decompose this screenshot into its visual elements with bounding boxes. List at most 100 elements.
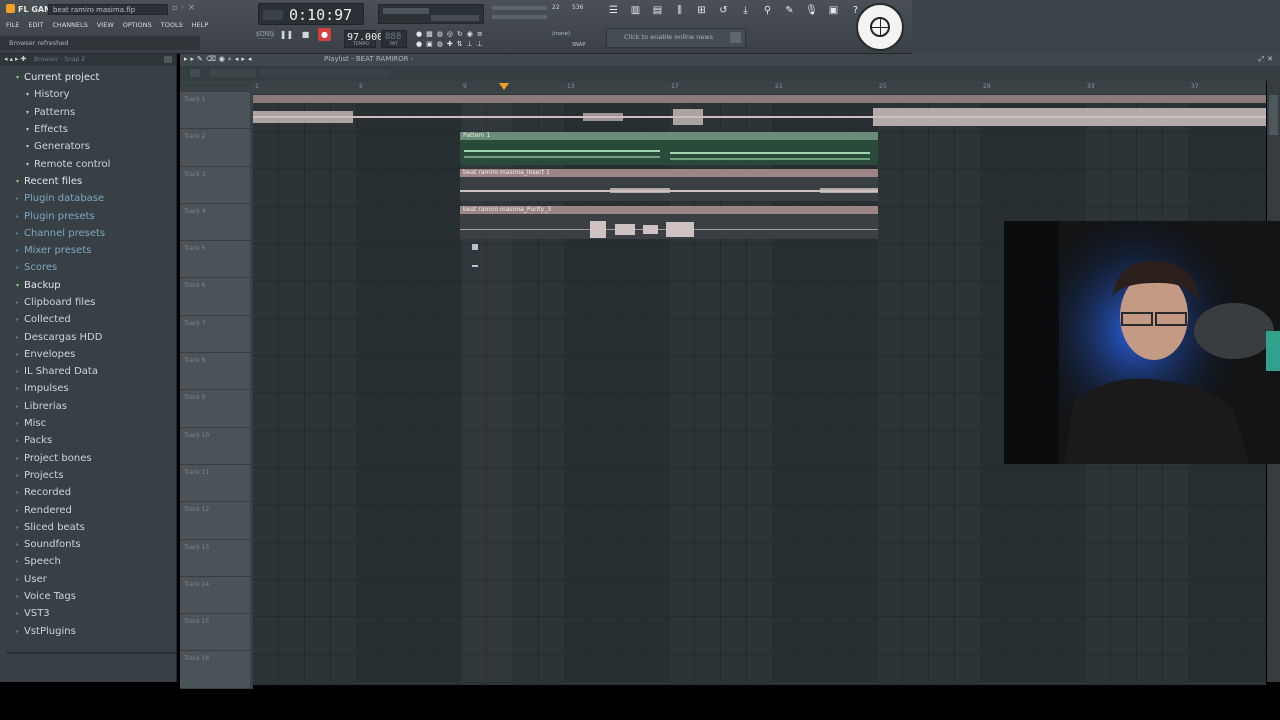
news-button[interactable] [730, 32, 741, 43]
pattern-display[interactable]: 888 PAT [381, 30, 407, 48]
browser-item-misc[interactable]: ▸ Misc [0, 415, 176, 432]
track-header[interactable]: Track 10 [180, 427, 253, 465]
browser-item-mixer-presets[interactable]: ▸ Mixer presets [0, 242, 176, 259]
folder-toggle-icon[interactable]: ▸ [16, 507, 24, 514]
track-header[interactable]: Track 1 [180, 92, 253, 130]
track-header[interactable]: Track 5 [180, 241, 253, 279]
folder-toggle-icon[interactable]: ▸ [16, 213, 24, 220]
folder-toggle-icon[interactable]: ▸ [16, 524, 24, 531]
playlist-window-controls[interactable]: ⤢✕ [1259, 55, 1276, 64]
browser-item-backup[interactable]: ▾ Backup [0, 277, 176, 294]
piano-roll-icon[interactable]: ▥ [630, 4, 641, 16]
pattern-song-toggle[interactable]: SONG [256, 30, 274, 39]
track-header[interactable]: Track 4 [180, 203, 253, 242]
browser-item-patterns[interactable]: ▾ Patterns [0, 104, 176, 121]
browser-item-sliced-beats[interactable]: ▸ Sliced beats [0, 519, 176, 536]
folder-toggle-icon[interactable]: ▸ [16, 576, 24, 583]
pattern-tools[interactable]: ●▦◍◎↻◉≡ ●▣◍✚⇅⊥⊥ [412, 28, 552, 50]
audio-clip-purity3[interactable]: beat ramiro masima_Purity_3 [460, 206, 878, 239]
tree-icon[interactable]: ⚲ [762, 4, 773, 16]
plugin-picker-icon[interactable]: ⊞ [696, 4, 707, 16]
folder-toggle-icon[interactable]: ▸ [16, 610, 24, 617]
browser-item-packs[interactable]: ▸ Packs [0, 432, 176, 449]
playlist-tool-icons[interactable]: ▸▸✎⌫◉⌕◂▸◂ [184, 55, 254, 64]
folder-toggle-icon[interactable]: ▾ [26, 91, 34, 98]
folder-toggle-icon[interactable]: ▸ [16, 489, 24, 496]
playlist-icon[interactable]: ☰ [608, 4, 619, 16]
menu-edit[interactable]: EDIT [28, 21, 43, 29]
browser-item-project-bones[interactable]: ▸ Project bones [0, 450, 176, 467]
browser-item-soundfonts[interactable]: ▸ Soundfonts [0, 536, 176, 553]
track-header[interactable]: Track 8 [180, 353, 253, 391]
track1-waveform[interactable] [253, 107, 1266, 127]
browser-item-recent-files[interactable]: ▾ Recent files [0, 173, 176, 190]
browser-item-impulses[interactable]: ▸ Impulses [0, 380, 176, 397]
track-header[interactable]: Track 15 [180, 614, 253, 652]
playlist-overview[interactable] [260, 69, 390, 77]
browser-nav-icons[interactable]: ◂▴▸✚ [4, 55, 28, 63]
project-icon[interactable]: ▣ [828, 4, 839, 16]
folder-toggle-icon[interactable]: ▸ [16, 472, 24, 479]
track-header[interactable]: Track 12 [180, 502, 253, 540]
browser-item-recorded[interactable]: ▸ Recorded [0, 484, 176, 501]
menu-channels[interactable]: CHANNELS [52, 21, 87, 29]
folder-toggle-icon[interactable]: ▾ [16, 282, 24, 289]
track-header[interactable]: Track 16 [180, 651, 253, 689]
record-icon[interactable]: ● [318, 28, 331, 41]
folder-toggle-icon[interactable]: ▸ [16, 558, 24, 565]
menu-options[interactable]: OPTIONS [123, 21, 152, 29]
folder-toggle-icon[interactable]: ▸ [16, 247, 24, 254]
browser-item-projects[interactable]: ▸ Projects [0, 467, 176, 484]
browser-item-clipboard-files[interactable]: ▸ Clipboard files [0, 294, 176, 311]
track-header[interactable]: Track 7 [180, 315, 253, 354]
folder-toggle-icon[interactable]: ▾ [16, 178, 24, 185]
folder-toggle-icon[interactable]: ▸ [16, 403, 24, 410]
track5-small-clip[interactable] [472, 244, 478, 250]
stop-icon[interactable]: ■ [299, 28, 312, 41]
folder-toggle-icon[interactable]: ▸ [16, 299, 24, 306]
audio-clip-insert1[interactable]: beat ramiro masima_Insert 1 [460, 169, 878, 201]
folder-toggle-icon[interactable]: ▸ [16, 593, 24, 600]
browser-item-scores[interactable]: ▸ Scores [0, 259, 176, 276]
browser-item-vst3[interactable]: ▸ VST3 [0, 605, 176, 622]
browser-item-effects[interactable]: ▾ Effects [0, 121, 176, 138]
edit-icon[interactable]: ✎ [784, 4, 795, 16]
track1-clip-header[interactable] [253, 95, 1266, 103]
folder-toggle-icon[interactable]: ▾ [26, 161, 34, 168]
browser-item-plugin-database[interactable]: ▸ Plugin database [0, 190, 176, 207]
window-controls[interactable]: ▫◦✕ [172, 3, 198, 12]
track-header[interactable]: Track 14 [180, 576, 253, 615]
song-time-display[interactable]: 0:10:97 [258, 3, 364, 25]
folder-toggle-icon[interactable]: ▸ [16, 437, 24, 444]
browser-item-channel-presets[interactable]: ▸ Channel presets [0, 225, 176, 242]
snap-value[interactable]: (none) [552, 31, 570, 37]
pattern-clip[interactable]: Pattern 1 [460, 132, 878, 165]
play-icon[interactable]: ❚❚ [280, 28, 293, 41]
folder-toggle-icon[interactable]: ▸ [16, 628, 24, 635]
folder-toggle-icon[interactable]: ▸ [16, 264, 24, 271]
menu-view[interactable]: VIEW [97, 21, 114, 29]
menu-help[interactable]: HELP [192, 21, 209, 29]
download-icon[interactable]: ⤓ [740, 4, 751, 16]
browser-item-generators[interactable]: ▾ Generators [0, 138, 176, 155]
folder-toggle-icon[interactable]: ▸ [16, 541, 24, 548]
browser-item-voice-tags[interactable]: ▸ Voice Tags [0, 588, 176, 605]
browser-item-remote-control[interactable]: ▾ Remote control [0, 155, 176, 172]
track-header[interactable]: Track 3 [180, 166, 253, 204]
browser-item-descargas-hdd[interactable]: ▸ Descargas HDD [0, 328, 176, 345]
browser-item-il-shared-data[interactable]: ▸ IL Shared Data [0, 363, 176, 380]
playhead-marker[interactable] [499, 83, 509, 90]
horizontal-scrollbar[interactable] [253, 682, 1266, 685]
folder-toggle-icon[interactable]: ▾ [16, 74, 24, 81]
browser-item-plugin-presets[interactable]: ▸ Plugin presets [0, 207, 176, 224]
tool-buttons-row1[interactable]: ●▦◍◎↻◉≡ [416, 30, 487, 38]
folder-toggle-icon[interactable]: ▸ [16, 230, 24, 237]
menu-tools[interactable]: TOOLS [161, 21, 183, 29]
playlist-pattern-picker[interactable] [210, 69, 256, 77]
track-header[interactable]: Track 2 [180, 129, 253, 167]
tempo-display[interactable]: 97.000 TEMPO [344, 30, 383, 48]
folder-toggle-icon[interactable]: ▸ [16, 420, 24, 427]
vertical-scroll-thumb[interactable] [1269, 95, 1278, 135]
browser-item-history[interactable]: ▾ History [0, 86, 176, 103]
browser-item-user[interactable]: ▸ User [0, 571, 176, 588]
